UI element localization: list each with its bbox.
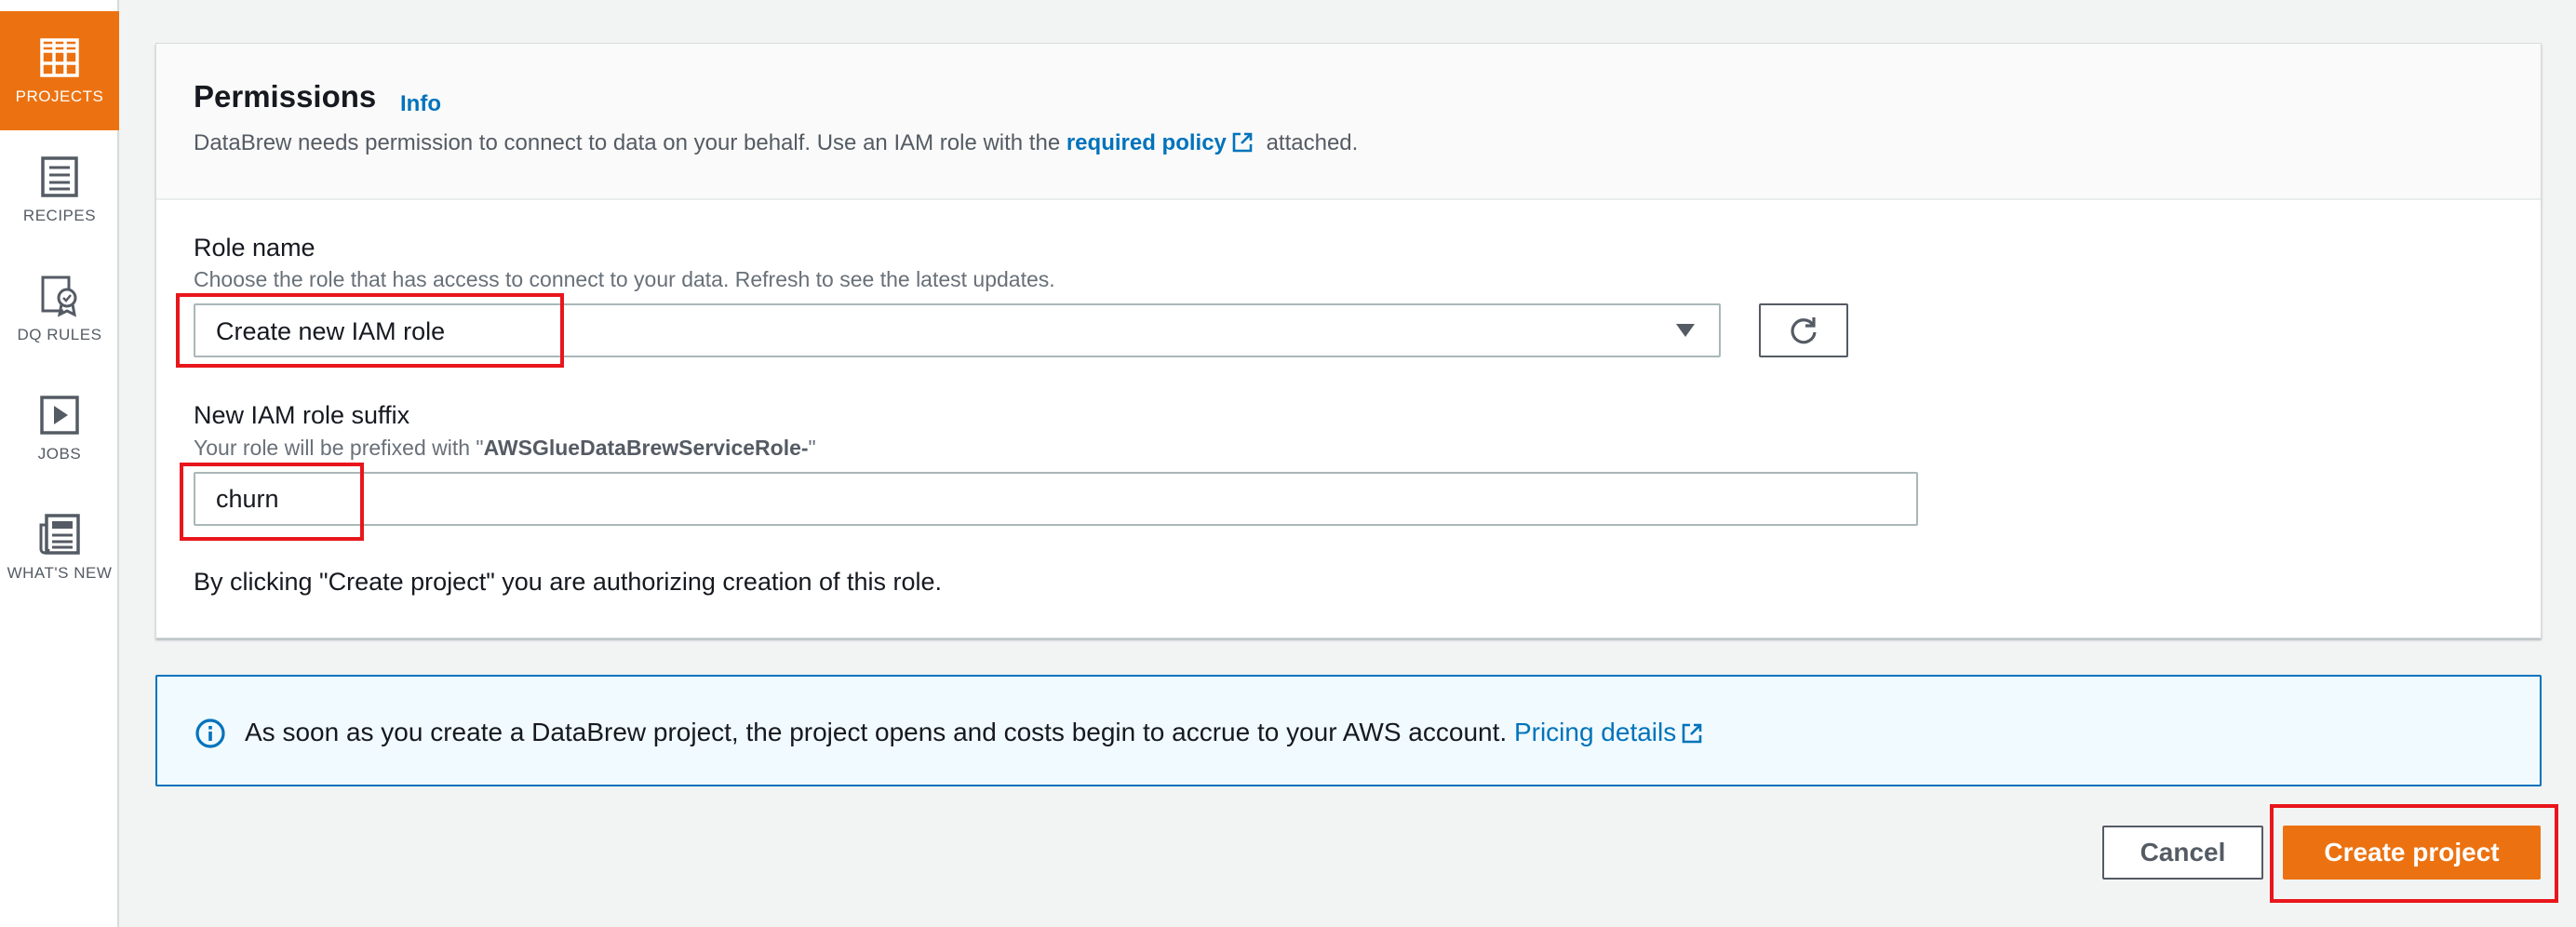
jobs-play-icon	[40, 396, 79, 435]
permissions-title: Permissions	[194, 79, 377, 114]
nav-label-projects: PROJECTS	[15, 87, 104, 105]
nav-item-jobs[interactable]: JOBS	[0, 369, 119, 488]
nav-label-whats-new: WHAT'S NEW	[7, 564, 113, 582]
nav-item-dq-rules[interactable]: DQ RULES	[0, 249, 119, 369]
nav-label-dq-rules: DQ RULES	[17, 326, 102, 343]
refresh-icon	[1791, 317, 1817, 344]
info-circle-icon	[195, 719, 225, 748]
nav-item-projects[interactable]: PROJECTS	[0, 11, 119, 130]
description-text: DataBrew needs permission to connect to …	[194, 130, 1061, 155]
description-suffix: attached.	[1266, 130, 1359, 155]
role-suffix-label: New IAM role suffix	[194, 401, 410, 429]
alert-message: As soon as you create a DataBrew project…	[245, 718, 1710, 747]
dq-rules-badge-icon	[41, 275, 77, 317]
nav-label-jobs: JOBS	[37, 445, 82, 463]
permissions-panel: Permissions Info DataBrew needs permissi…	[155, 43, 2542, 638]
required-policy-link[interactable]: required policy	[1067, 130, 1260, 155]
role-name-selected-value: Create new IAM role	[216, 317, 446, 345]
info-link[interactable]: Info	[400, 91, 441, 117]
permissions-header: Permissions Info DataBrew needs permissi…	[156, 44, 2541, 200]
consent-text: By clicking "Create project" you are aut…	[194, 568, 943, 596]
external-link-icon	[1232, 132, 1253, 153]
role-suffix-input[interactable]	[194, 472, 1918, 526]
nav-item-recipes[interactable]: RECIPES	[0, 130, 119, 249]
external-link-icon	[1682, 723, 1702, 744]
caret-down-icon	[1676, 324, 1695, 337]
recipes-list-icon	[41, 156, 78, 197]
databrew-create-project-page: PROJECTS RECIPES DQ RULES JOBS WHAT'S NE…	[0, 0, 2576, 927]
role-name-label: Role name	[194, 234, 315, 262]
nav-label-recipes: RECIPES	[22, 207, 97, 224]
pricing-details-link[interactable]: Pricing details	[1514, 718, 1710, 746]
whats-new-news-icon	[39, 514, 80, 555]
cost-info-alert: As soon as you create a DataBrew project…	[155, 675, 2542, 786]
role-suffix-hint: Your role will be prefixed with "AWSGlue…	[194, 436, 816, 460]
permissions-description: DataBrew needs permission to connect to …	[194, 130, 1358, 156]
refresh-roles-button[interactable]	[1759, 303, 1848, 357]
nav-item-whats-new[interactable]: WHAT'S NEW	[0, 488, 119, 607]
role-name-hint: Choose the role that has access to conne…	[194, 267, 1055, 291]
projects-grid-icon	[40, 38, 79, 77]
role-name-select[interactable]: Create new IAM role	[194, 303, 1721, 357]
cancel-button[interactable]: Cancel	[2102, 826, 2263, 880]
create-project-button[interactable]: Create project	[2283, 826, 2541, 880]
left-nav-rail: PROJECTS RECIPES DQ RULES JOBS WHAT'S NE…	[0, 0, 119, 927]
